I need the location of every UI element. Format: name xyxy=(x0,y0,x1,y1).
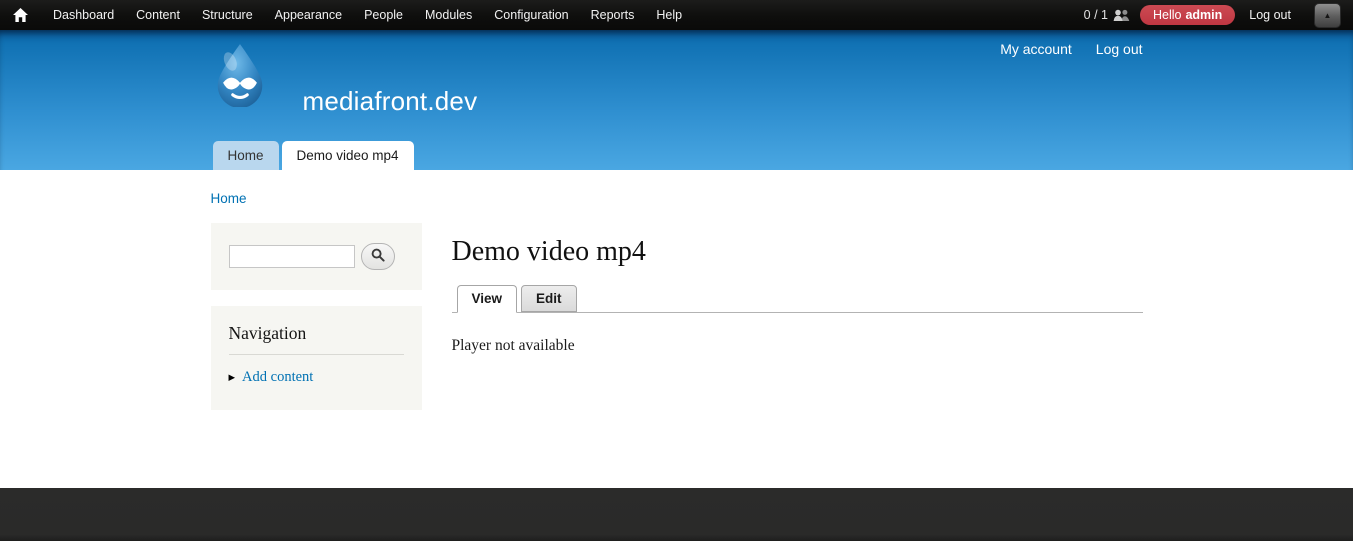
admin-menu-people[interactable]: People xyxy=(353,8,414,22)
footer xyxy=(0,488,1353,541)
site-header: mediafront.dev My account Log out Home D… xyxy=(0,30,1353,170)
toolbar-user-area: 0 / 1 Hello admin Log out xyxy=(1084,5,1353,25)
admin-menu-reports[interactable]: Reports xyxy=(580,8,646,22)
sidebar: Navigation ▶ Add content xyxy=(210,223,422,410)
admin-menu-content[interactable]: Content xyxy=(125,8,191,22)
main-menu-tab-demo-video-mp4[interactable]: Demo video mp4 xyxy=(281,141,414,170)
admin-menu-dashboard[interactable]: Dashboard xyxy=(42,8,125,22)
collapsed-arrow-icon[interactable]: ▶ xyxy=(229,373,236,382)
navigation-item-add-content: ▶ Add content xyxy=(229,369,404,386)
toolbar-logout-link[interactable]: Log out xyxy=(1249,8,1291,22)
username: admin xyxy=(1185,8,1223,22)
add-content-link[interactable]: Add content xyxy=(242,369,313,386)
search-block xyxy=(210,223,422,290)
page-title: Demo video mp4 xyxy=(451,236,646,267)
page: Home Navigation ▶ Add content Demo video… xyxy=(0,170,1353,488)
admin-menu-help[interactable]: Help xyxy=(645,8,693,22)
admin-menu: Dashboard Content Structure Appearance P… xyxy=(42,8,693,22)
logout-link[interactable]: Log out xyxy=(1096,41,1143,57)
current-user-badge[interactable]: Hello admin xyxy=(1139,5,1236,25)
navigation-block: Navigation ▶ Add content xyxy=(210,306,422,410)
admin-menu-structure[interactable]: Structure xyxy=(191,8,264,22)
search-input[interactable] xyxy=(228,245,355,268)
admin-menu-modules[interactable]: Modules xyxy=(414,8,483,22)
drupal-logo[interactable] xyxy=(211,43,269,112)
home-icon[interactable] xyxy=(13,8,28,22)
admin-menu-appearance[interactable]: Appearance xyxy=(264,8,353,22)
node-body-text: Player not available xyxy=(451,337,575,354)
admin-menu-configuration[interactable]: Configuration xyxy=(483,8,579,22)
breadcrumb: Home xyxy=(211,170,1143,206)
toolbar-collapse-button[interactable]: ▲ xyxy=(1314,3,1341,28)
tab-view[interactable]: View xyxy=(456,285,518,313)
navigation-block-title: Navigation xyxy=(228,323,404,355)
search-icon xyxy=(371,248,385,265)
main-menu: Home Demo video mp4 xyxy=(212,141,414,170)
secondary-menu: My account Log out xyxy=(1000,41,1142,57)
chevron-up-icon: ▲ xyxy=(1323,11,1332,20)
breadcrumb-home-link[interactable]: Home xyxy=(211,191,247,206)
online-users-count: 0 / 1 xyxy=(1083,8,1108,22)
local-task-tabs: View Edit xyxy=(451,285,1143,313)
main-menu-tab-home[interactable]: Home xyxy=(212,141,279,170)
greeting-text: Hello xyxy=(1152,8,1182,22)
admin-toolbar: Dashboard Content Structure Appearance P… xyxy=(0,0,1353,30)
main-content: Demo video mp4 View Edit Player not avai… xyxy=(451,223,1143,355)
search-button[interactable] xyxy=(360,243,395,270)
tab-edit[interactable]: Edit xyxy=(521,285,577,312)
my-account-link[interactable]: My account xyxy=(1000,41,1072,57)
users-icon xyxy=(1113,9,1131,22)
navigation-menu: ▶ Add content xyxy=(229,369,404,386)
site-name[interactable]: mediafront.dev xyxy=(303,86,478,117)
